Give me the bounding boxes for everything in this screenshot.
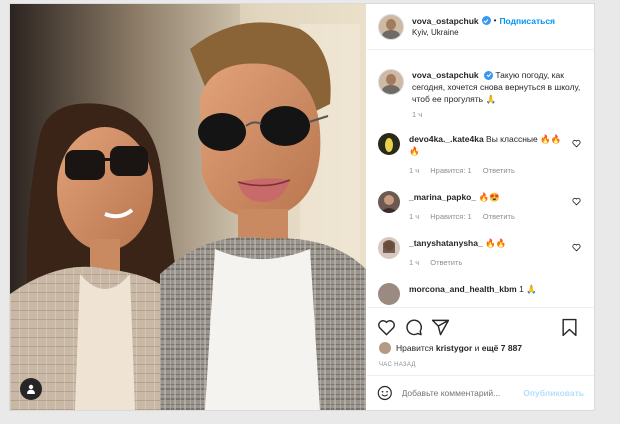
likes-prefix: Нравится (396, 343, 434, 353)
instagram-post: vova_ostapchuk • Подписаться Kyiv, Ukrai… (9, 3, 595, 411)
like-comment-heart-icon[interactable] (572, 243, 581, 252)
post-location[interactable]: Kyiv, Ukraine (412, 27, 555, 39)
tagged-users-button[interactable] (20, 378, 42, 400)
verified-badge-icon (484, 70, 493, 80)
author-avatar[interactable] (378, 13, 404, 40)
comment-item: morcona_and_health_kbm 1 🙏 (367, 283, 594, 305)
reply-button[interactable]: Ответить (483, 212, 515, 221)
author-username[interactable]: vova_ostapchuk (412, 15, 479, 27)
share-icon[interactable] (431, 318, 450, 337)
comment-likes[interactable]: Нравится: 1 (430, 166, 471, 175)
commenter-username[interactable]: devo4ka._.kate4ka (409, 134, 484, 144)
caption-time: 1 ч (412, 110, 423, 119)
commenter-username[interactable]: morcona_and_health_kbm (409, 284, 517, 294)
commenter-avatar[interactable] (378, 133, 400, 155)
selfie-image (10, 4, 366, 410)
liker-avatar[interactable] (379, 342, 391, 354)
comment-time: 1 ч (409, 166, 420, 175)
commenter-avatar[interactable] (378, 283, 400, 305)
post-actions: Нравится kristygor и ещё 7 887 час назад (367, 307, 594, 368)
commenter-avatar[interactable] (378, 237, 400, 259)
reply-button[interactable]: Ответить (483, 166, 515, 175)
separator-dot: • (493, 15, 497, 25)
comment-item: _tanyshatanysha_ 🔥🔥 1 ч Ответить (367, 237, 594, 269)
reply-button[interactable]: Ответить (430, 258, 462, 267)
comment-item: _marina_papko_ 🔥😍 1 ч Нравится: 1 Ответи… (367, 191, 594, 223)
add-comment-bar: Опубликовать (367, 375, 594, 410)
verified-badge-icon (481, 16, 491, 25)
commenter-username[interactable]: _tanyshatanysha_ (409, 238, 483, 248)
comment-input[interactable] (401, 388, 524, 398)
bookmark-icon[interactable] (561, 318, 578, 337)
comment-time: 1 ч (409, 258, 420, 267)
like-comment-heart-icon[interactable] (572, 197, 581, 206)
comment-likes[interactable]: Нравится: 1 (430, 212, 471, 221)
like-comment-heart-icon[interactable] (572, 139, 581, 148)
liker-username[interactable]: kristygor (436, 343, 472, 353)
publish-button[interactable]: Опубликовать (523, 388, 584, 398)
comment-time: 1 ч (409, 212, 420, 221)
post-sidebar: vova_ostapchuk • Подписаться Kyiv, Ukrai… (367, 4, 594, 410)
post-caption: vova_ostapchuk Такую погоду, как сегодня… (367, 51, 594, 105)
commenter-username[interactable]: _marina_papko_ (409, 192, 476, 202)
caption-username[interactable]: vova_ostapchuk (412, 70, 479, 80)
post-time-ago[interactable]: час назад (367, 354, 594, 368)
post-header: vova_ostapchuk • Подписаться Kyiv, Ukrai… (367, 4, 594, 50)
likes-others-count[interactable]: ещё 7 887 (482, 343, 522, 353)
likes-connector: и (474, 343, 480, 353)
commenter-avatar[interactable] (378, 191, 400, 213)
comment-text: 🔥🔥 (485, 238, 507, 248)
emoji-icon[interactable] (377, 385, 393, 401)
comment-text: 1 🙏 (519, 284, 537, 294)
like-heart-icon[interactable] (377, 318, 396, 337)
user-icon (27, 384, 35, 394)
comment-item: devo4ka._.kate4ka Вы классные 🔥🔥🔥 1 ч Нр… (367, 133, 594, 177)
follow-button[interactable]: Подписаться (499, 15, 555, 27)
comment-icon[interactable] (404, 318, 423, 337)
comments-list[interactable]: vova_ostapchuk Такую погоду, как сегодня… (367, 51, 594, 307)
likes-summary: Нравится kristygor и ещё 7 887 (367, 338, 594, 354)
comment-text: 🔥😍 (478, 192, 500, 202)
caption-author-avatar[interactable] (378, 69, 404, 95)
post-photo[interactable] (10, 4, 366, 410)
